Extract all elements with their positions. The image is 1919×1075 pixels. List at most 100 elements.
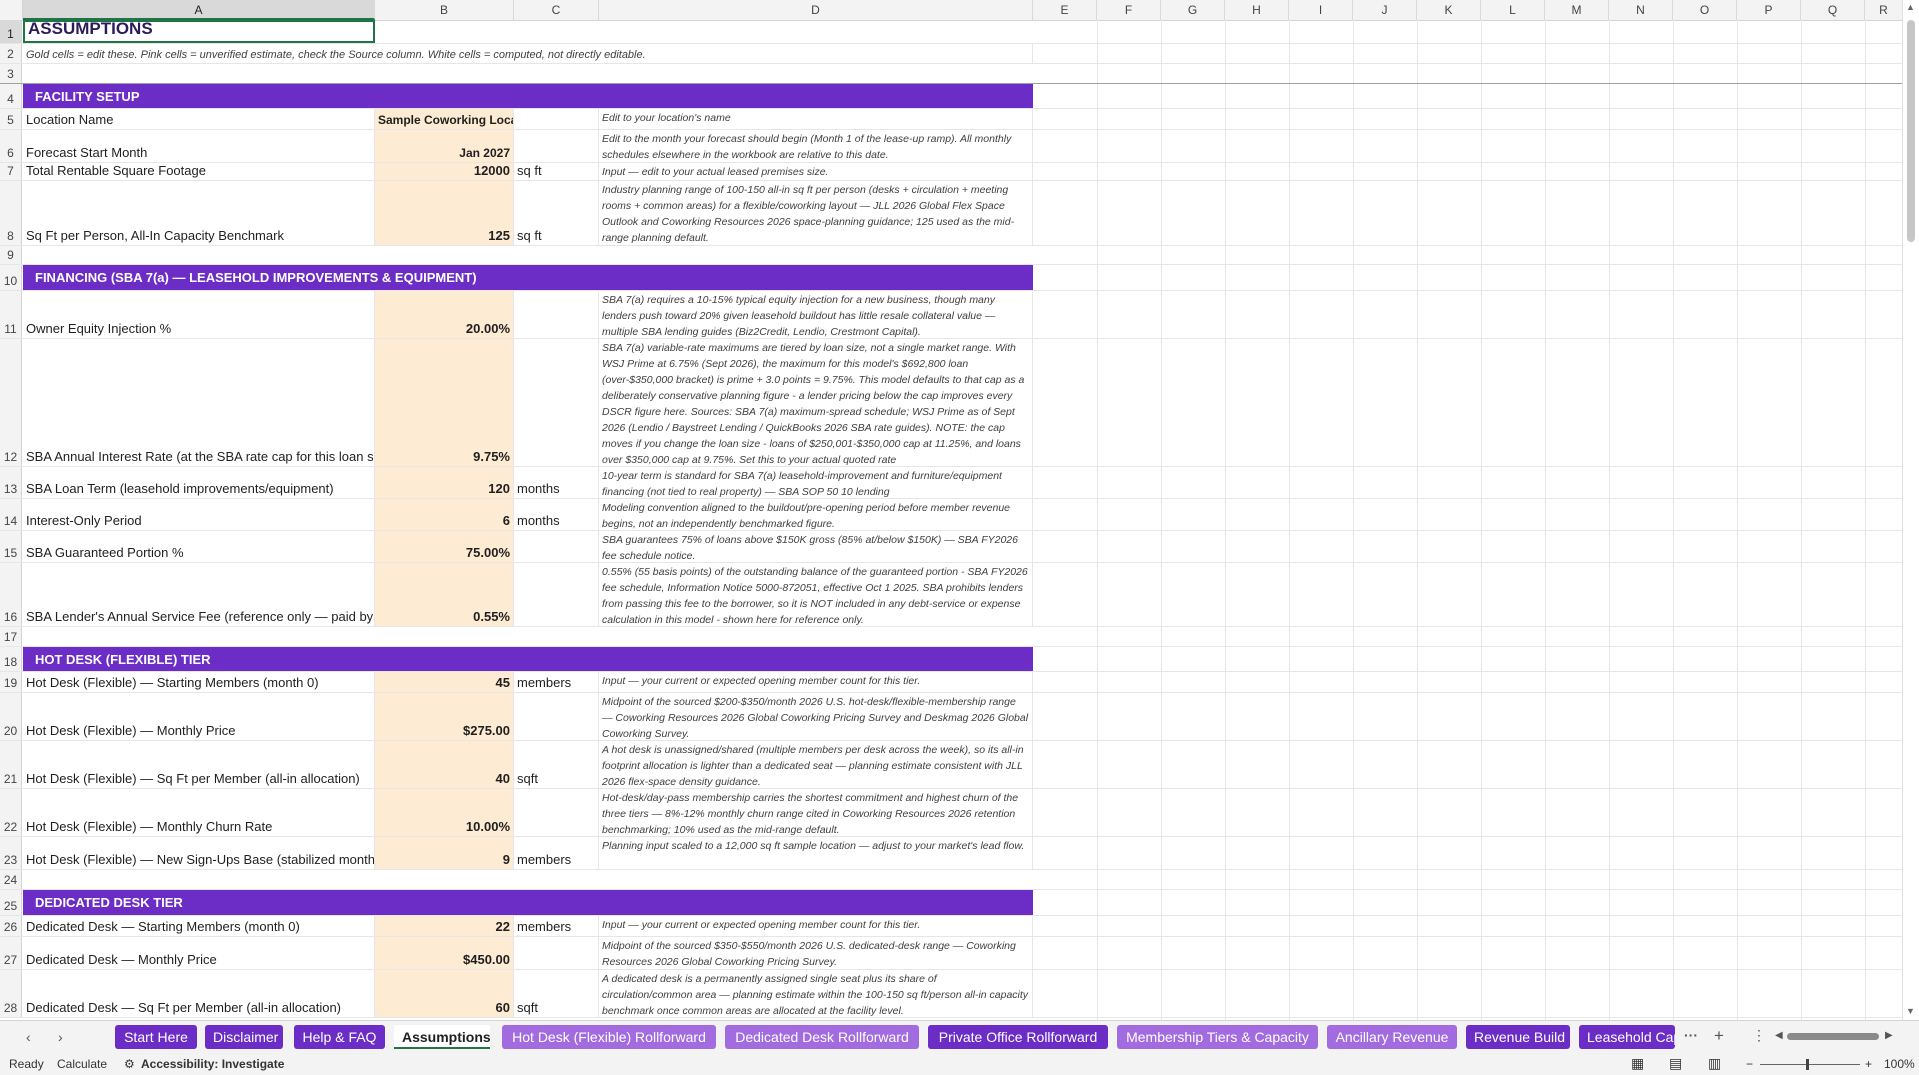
source-cell[interactable]: SBA guarantees 75% of loans above $150K … (599, 531, 1033, 562)
more-tabs-icon[interactable]: ··· (1684, 1027, 1698, 1043)
row-header[interactable]: 5 (0, 109, 22, 129)
row-header[interactable]: 6 (0, 130, 22, 162)
row-header[interactable]: 26 (0, 916, 22, 936)
row-header[interactable]: 28 (0, 970, 22, 1017)
tab-assumptions[interactable]: Assumptions (394, 1025, 490, 1049)
zoom-out-icon[interactable]: − (1746, 1057, 1753, 1071)
label-cell[interactable]: Hot Desk (Flexible) — Starting Members (… (23, 672, 375, 692)
accessibility-status[interactable]: Accessibility: Investigate (141, 1057, 284, 1071)
status-calculate[interactable]: Calculate (57, 1057, 107, 1071)
row-header[interactable]: 3 (0, 64, 22, 83)
input-cell[interactable]: 75.00% (375, 531, 514, 562)
label-cell[interactable]: SBA Loan Term (leasehold improvements/eq… (23, 467, 375, 498)
source-cell[interactable]: Edit to the month your forecast should b… (599, 130, 1033, 162)
spreadsheet-grid[interactable]: A B C D E F G H I J K L M N O P Q R 1 AS… (0, 0, 1903, 1020)
col-header-p[interactable]: P (1737, 0, 1801, 20)
source-cell[interactable]: Midpoint of the sourced $350-$550/month … (599, 937, 1033, 969)
scroll-down-icon[interactable]: ▼ (1906, 1006, 1915, 1016)
unit-cell[interactable]: months (514, 499, 599, 530)
unit-cell[interactable] (514, 109, 599, 129)
section-header-dedicated-desk[interactable]: DEDICATED DESK TIER (23, 890, 1033, 915)
page-layout-icon[interactable]: ▤ (1669, 1055, 1682, 1072)
input-cell[interactable]: 120 (375, 467, 514, 498)
source-cell[interactable]: SBA 7(a) requires a 10-15% typical equit… (599, 291, 1033, 338)
label-cell[interactable]: Dedicated Desk — Starting Members (month… (23, 916, 375, 936)
col-header-m[interactable]: M (1545, 0, 1609, 20)
source-cell[interactable]: A hot desk is unassigned/shared (multipl… (599, 741, 1033, 788)
col-header-r[interactable]: R (1865, 0, 1903, 20)
row-header[interactable]: 15 (0, 531, 22, 562)
source-cell[interactable]: Planning input scaled to a 12,000 sq ft … (599, 837, 1033, 869)
sheet-options-icon[interactable]: ⋮ (1752, 1027, 1766, 1044)
unit-cell[interactable]: sq ft (514, 181, 599, 245)
source-cell[interactable]: A dedicated desk is a permanently assign… (599, 970, 1033, 1017)
source-cell[interactable]: Industry planning range of 100-150 all-i… (599, 181, 1033, 245)
input-cell[interactable]: 45 (375, 672, 514, 692)
unit-cell[interactable]: members (514, 837, 599, 869)
input-cell[interactable]: 125 (375, 181, 514, 245)
tab-dedicated-desk-rollforward[interactable]: Dedicated Desk Rollforward (725, 1025, 919, 1049)
label-cell[interactable]: Interest-Only Period (23, 499, 375, 530)
tab-hot-desk-rollforward[interactable]: Hot Desk (Flexible) Rollforward (502, 1025, 716, 1049)
tab-disclaimer[interactable]: Disclaimer (205, 1025, 283, 1049)
input-cell[interactable]: Sample Coworking Location (375, 109, 514, 129)
source-cell[interactable]: Input — your current or expected opening… (599, 916, 1033, 936)
row-header[interactable]: 1 (0, 20, 22, 43)
col-header-q[interactable]: Q (1801, 0, 1865, 20)
label-cell[interactable]: Forecast Start Month (23, 130, 375, 162)
source-cell[interactable]: Hot-desk/day-pass membership carries the… (599, 789, 1033, 836)
source-cell[interactable]: Input — edit to your actual leased premi… (599, 163, 1033, 180)
vertical-scroll-thumb[interactable] (1907, 20, 1915, 242)
col-header-e[interactable]: E (1033, 0, 1097, 20)
row-header[interactable]: 2 (0, 44, 22, 63)
row-header[interactable]: 4 (0, 84, 22, 108)
input-cell[interactable]: $450.00 (375, 937, 514, 969)
label-cell[interactable]: SBA Guaranteed Portion % (23, 531, 375, 562)
row-header[interactable]: 21 (0, 741, 22, 788)
col-header-k[interactable]: K (1417, 0, 1481, 20)
row-header[interactable]: 20 (0, 693, 22, 740)
tab-ancillary-revenue[interactable]: Ancillary Revenue (1327, 1025, 1457, 1049)
input-cell[interactable]: 9.75% (375, 339, 514, 466)
horizontal-scrollbar[interactable] (1787, 1029, 1888, 1043)
label-cell[interactable]: SBA Annual Interest Rate (at the SBA rat… (23, 339, 375, 466)
col-header-b[interactable]: B (375, 0, 514, 20)
source-cell[interactable]: Input — your current or expected opening… (599, 672, 1033, 692)
source-cell[interactable]: 10-year term is standard for SBA 7(a) le… (599, 467, 1033, 498)
row-header[interactable]: 18 (0, 647, 22, 671)
row-header[interactable]: 16 (0, 563, 22, 626)
label-cell[interactable]: Hot Desk (Flexible) — Monthly Churn Rate (23, 789, 375, 836)
hscroll-left-icon[interactable]: ◀ (1775, 1030, 1783, 1041)
source-cell[interactable]: SBA 7(a) variable-rate maximums are tier… (599, 339, 1033, 466)
col-header-g[interactable]: G (1161, 0, 1225, 20)
unit-cell[interactable]: members (514, 916, 599, 936)
row-header[interactable]: 13 (0, 467, 22, 498)
label-cell[interactable]: Owner Equity Injection % (23, 291, 375, 338)
unit-cell[interactable] (514, 291, 599, 338)
input-cell[interactable]: 0.55% (375, 563, 514, 626)
scroll-up-icon[interactable]: ▲ (1906, 2, 1915, 12)
normal-view-icon[interactable]: ▦ (1631, 1055, 1644, 1072)
unit-cell[interactable] (514, 789, 599, 836)
label-cell[interactable]: SBA Lender's Annual Service Fee (referen… (23, 563, 375, 626)
col-header-j[interactable]: J (1353, 0, 1417, 20)
tab-membership-tiers[interactable]: Membership Tiers & Capacity (1117, 1025, 1318, 1049)
row-header[interactable]: 8 (0, 181, 22, 245)
input-cell[interactable]: 12000 (375, 163, 514, 180)
input-cell[interactable]: 10.00% (375, 789, 514, 836)
row-header[interactable]: 25 (0, 890, 22, 915)
col-header-l[interactable]: L (1481, 0, 1545, 20)
tab-next-icon[interactable]: › (58, 1029, 63, 1045)
tab-help-faq[interactable]: Help & FAQ (294, 1025, 385, 1049)
hscroll-right-icon[interactable]: ▶ (1885, 1030, 1893, 1041)
tab-revenue-build[interactable]: Revenue Build (1466, 1025, 1570, 1049)
vertical-scrollbar[interactable]: ▲ ▼ (1902, 0, 1919, 1020)
horizontal-scroll-thumb[interactable] (1787, 1033, 1879, 1040)
tab-private-office-rollforward[interactable]: Private Office Rollforward (928, 1025, 1108, 1049)
input-cell[interactable]: Jan 2027 (375, 130, 514, 162)
unit-cell[interactable]: members (514, 672, 599, 692)
col-header-a[interactable]: A (23, 0, 375, 20)
sheet-title-cell[interactable]: ASSUMPTIONS (23, 20, 375, 43)
section-header-hot-desk[interactable]: HOT DESK (FLEXIBLE) TIER (23, 647, 1033, 671)
section-header-facility[interactable]: FACILITY SETUP (23, 84, 1033, 108)
